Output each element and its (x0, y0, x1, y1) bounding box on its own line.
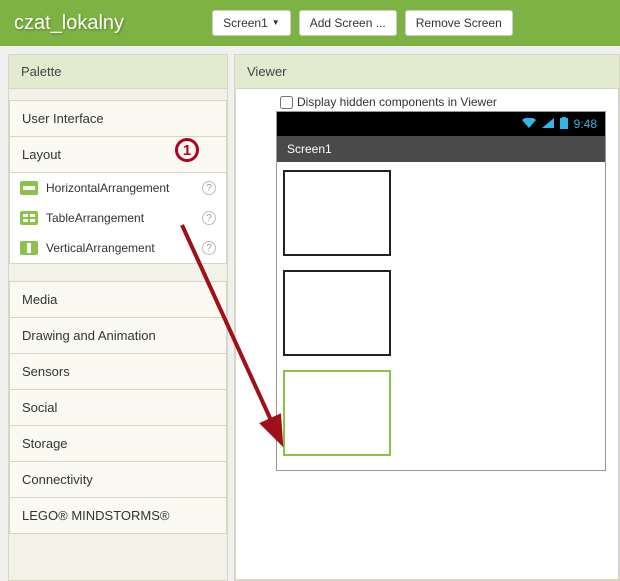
palette-section-sensors[interactable]: Sensors (9, 353, 227, 390)
palette-section-layout[interactable]: Layout (9, 136, 227, 173)
palette-section-user-interface[interactable]: User Interface (9, 100, 227, 137)
canvas-arrangement-1[interactable] (283, 170, 391, 256)
screen-canvas[interactable] (277, 162, 605, 456)
table-arrangement-icon (20, 211, 38, 225)
workspace: Palette User Interface Layout Horizontal… (0, 46, 620, 581)
viewer-header: Viewer (235, 55, 619, 89)
remove-screen-button[interactable]: Remove Screen (405, 10, 513, 36)
display-hidden-toggle[interactable]: Display hidden components in Viewer (280, 95, 618, 109)
phone-preview: 9:48 Screen1 (276, 111, 606, 471)
palette-section-media[interactable]: Media (9, 281, 227, 318)
signal-icon (542, 117, 554, 131)
palette-item-label: VerticalArrangement (46, 241, 155, 255)
palette-item-table-arrangement[interactable]: TableArrangement ? (10, 203, 226, 233)
palette-layout-items: HorizontalArrangement ? TableArrangement… (9, 172, 227, 264)
phone-title-bar: Screen1 (277, 136, 605, 162)
palette-section-social[interactable]: Social (9, 389, 227, 426)
vertical-arrangement-icon (20, 241, 38, 255)
screen-selector-dropdown[interactable]: Screen1 ▼ (212, 10, 291, 36)
display-hidden-checkbox[interactable] (280, 96, 293, 109)
battery-icon (560, 117, 568, 132)
palette-item-label: TableArrangement (46, 211, 144, 225)
add-screen-button[interactable]: Add Screen ... (299, 10, 397, 36)
phone-status-bar: 9:48 (277, 112, 605, 136)
project-title: czat_lokalny (14, 12, 124, 35)
canvas-arrangement-2[interactable] (283, 270, 391, 356)
palette-panel: Palette User Interface Layout Horizontal… (8, 54, 228, 581)
viewer-panel: Viewer Display hidden components in View… (234, 54, 620, 581)
horizontal-arrangement-icon (20, 181, 38, 195)
palette-item-label: HorizontalArrangement (46, 181, 169, 195)
canvas-arrangement-3-selected[interactable] (283, 370, 391, 456)
palette-header: Palette (9, 55, 227, 89)
help-icon[interactable]: ? (202, 241, 216, 255)
palette-section-drawing[interactable]: Drawing and Animation (9, 317, 227, 354)
display-hidden-label: Display hidden components in Viewer (297, 95, 497, 109)
palette-section-lego[interactable]: LEGO® MINDSTORMS® (9, 497, 227, 534)
top-toolbar: czat_lokalny Screen1 ▼ Add Screen ... Re… (0, 0, 620, 46)
palette-item-horizontal-arrangement[interactable]: HorizontalArrangement ? (10, 173, 226, 203)
caret-down-icon: ▼ (272, 19, 280, 27)
palette-item-vertical-arrangement[interactable]: VerticalArrangement ? (10, 233, 226, 263)
status-time: 9:48 (574, 117, 597, 131)
screen-selector-label: Screen1 (223, 16, 268, 30)
wifi-icon (522, 117, 536, 131)
help-icon[interactable]: ? (202, 181, 216, 195)
help-icon[interactable]: ? (202, 211, 216, 225)
palette-section-connectivity[interactable]: Connectivity (9, 461, 227, 498)
viewer-body: Display hidden components in Viewer 9:48… (235, 89, 619, 580)
palette-section-storage[interactable]: Storage (9, 425, 227, 462)
